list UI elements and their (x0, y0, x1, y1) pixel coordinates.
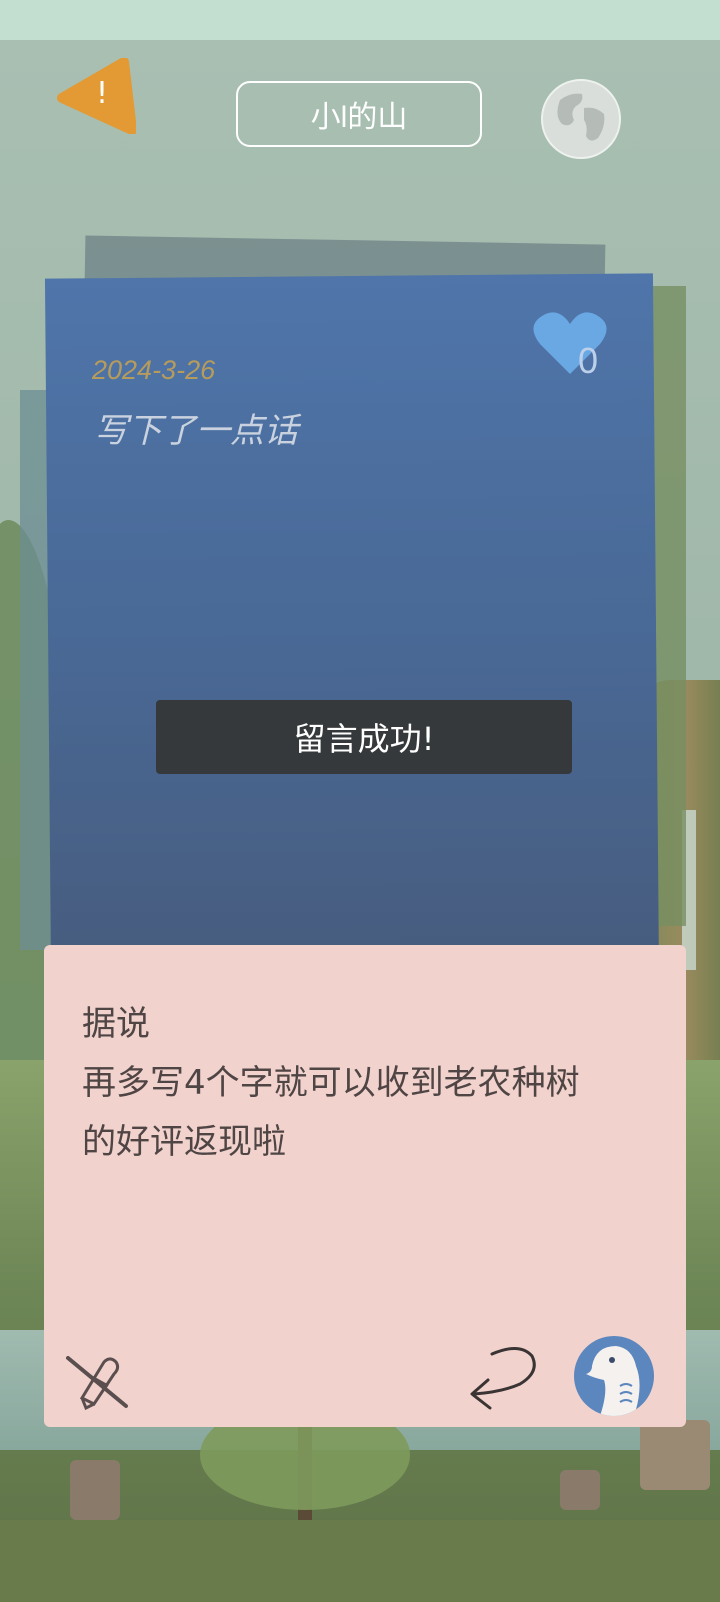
message-date: 2024-3-26 (92, 355, 216, 385)
tip-text: 据说 再多写4个字就可以收到老农种树 的好评返现啦 (82, 995, 662, 1172)
mountain-title[interactable]: 小l的山 (236, 81, 482, 147)
rock (640, 1420, 710, 1490)
like-count: 0 (578, 340, 599, 381)
eraser-off-button[interactable] (64, 1352, 130, 1411)
status-strip (0, 0, 720, 40)
globe-icon (541, 79, 621, 159)
eraser-off-icon (66, 1356, 128, 1411)
rock (560, 1470, 600, 1510)
globe-button[interactable] (540, 78, 622, 160)
foreground-hill (0, 1520, 720, 1602)
tip-line: 再多写4个字就可以收到老农种树 (82, 1063, 580, 1103)
warning-button[interactable]: ! (56, 57, 137, 135)
back-arrow-icon (470, 1347, 536, 1410)
success-toast: 留言成功! (156, 700, 572, 774)
warning-symbol: ! (96, 76, 109, 111)
back-button[interactable] (466, 1340, 542, 1414)
message-text: 写下了一点话 (94, 411, 298, 451)
rock (70, 1460, 120, 1520)
bird-avatar-icon (586, 1346, 640, 1416)
tip-line: 的好评返现啦 (82, 1122, 286, 1162)
tip-line: 据说 (82, 1004, 150, 1044)
bird-avatar[interactable] (574, 1336, 654, 1416)
